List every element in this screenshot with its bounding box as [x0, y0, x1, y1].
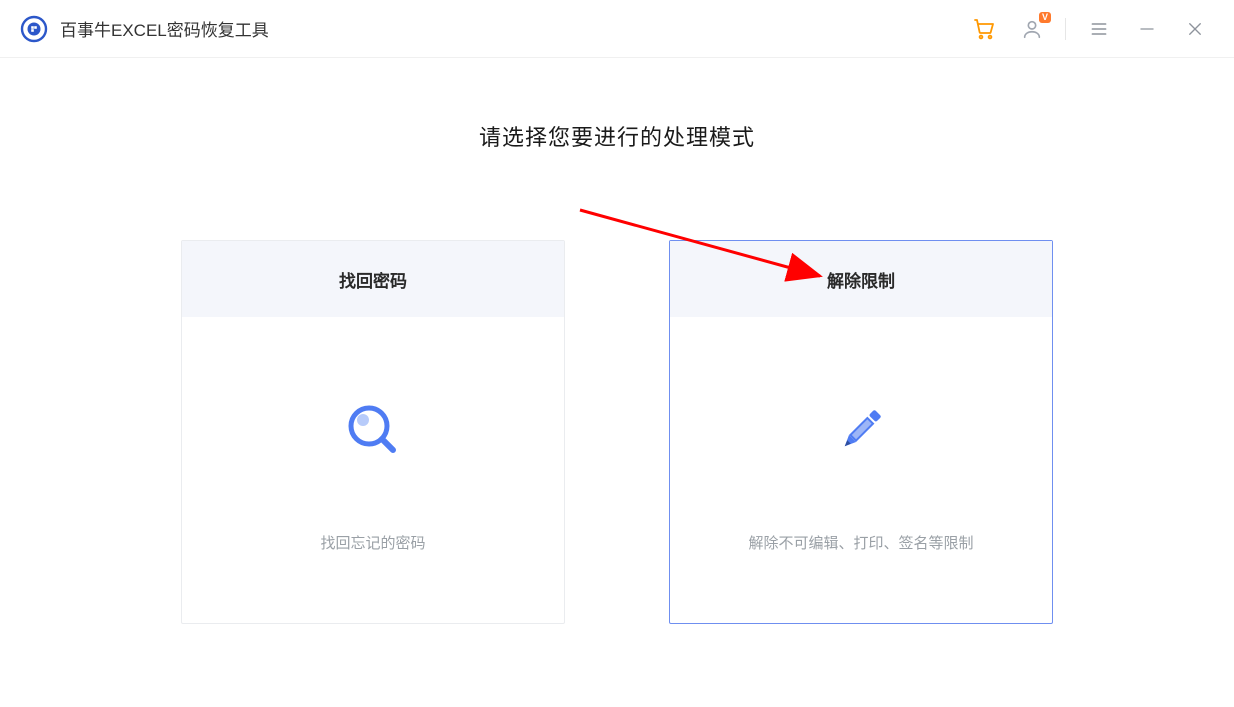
vip-badge: V — [1039, 12, 1051, 23]
pencil-icon — [829, 398, 893, 462]
app-title: 百事牛EXCEL密码恢复工具 — [60, 16, 269, 41]
magnifier-icon — [341, 398, 405, 462]
minimize-button[interactable] — [1126, 8, 1168, 50]
card-recover-body: 找回忘记的密码 — [182, 317, 564, 623]
card-recover-title: 找回密码 — [182, 241, 564, 317]
separator — [1065, 18, 1066, 40]
card-unlock-desc: 解除不可编辑、打印、签名等限制 — [748, 532, 973, 563]
close-button[interactable] — [1174, 8, 1216, 50]
main-content: 请选择您要进行的处理模式 找回密码 找回忘记的密码 解除限制 — [0, 58, 1234, 624]
card-recover-password[interactable]: 找回密码 找回忘记的密码 — [181, 240, 565, 624]
card-unlock-title: 解除限制 — [670, 241, 1052, 317]
page-heading: 请选择您要进行的处理模式 — [479, 120, 755, 152]
card-unlock-body: 解除不可编辑、打印、签名等限制 — [670, 317, 1052, 623]
mode-cards: 找回密码 找回忘记的密码 解除限制 — [181, 240, 1053, 624]
titlebar: 百事牛EXCEL密码恢复工具 V — [0, 0, 1234, 58]
app-logo-icon — [20, 15, 48, 43]
card-remove-restrictions[interactable]: 解除限制 解除不可编辑、打印、签名等限制 — [669, 240, 1053, 624]
cart-button[interactable] — [963, 8, 1005, 50]
titlebar-right: V — [963, 8, 1216, 50]
card-recover-desc: 找回忘记的密码 — [320, 532, 425, 563]
menu-button[interactable] — [1078, 8, 1120, 50]
user-button[interactable]: V — [1011, 8, 1053, 50]
titlebar-left: 百事牛EXCEL密码恢复工具 — [20, 15, 269, 43]
